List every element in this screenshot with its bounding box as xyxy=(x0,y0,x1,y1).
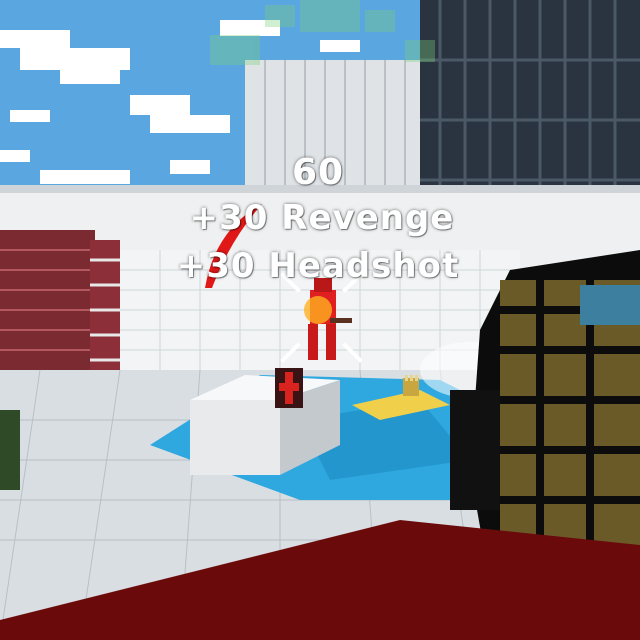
ammo-crate-icon[interactable] xyxy=(403,375,419,396)
red-cross-icon[interactable] xyxy=(275,368,303,408)
bonus-headshot-text: +30 Headshot xyxy=(176,246,460,286)
teammate-edge xyxy=(0,410,20,490)
bonus-revenge-text: +30 Revenge xyxy=(189,198,455,238)
kill-score-total: 60 xyxy=(291,152,345,193)
cover-block xyxy=(190,400,280,475)
game-scene xyxy=(0,0,640,640)
